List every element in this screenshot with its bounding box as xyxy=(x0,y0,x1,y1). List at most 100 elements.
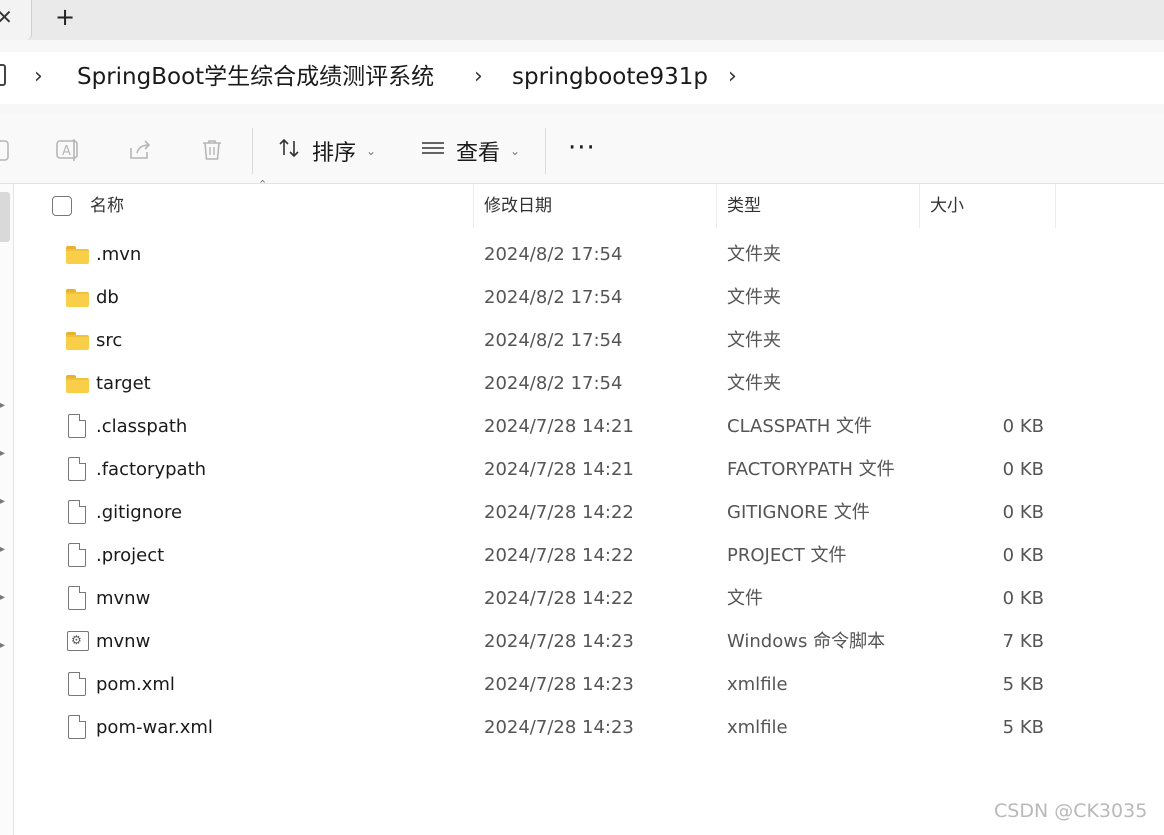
file-row[interactable]: target 2024/8/2 17:54 文件夹 xyxy=(14,362,1164,405)
file-row[interactable]: pom.xml 2024/7/28 14:23 xmlfile 5 KB xyxy=(14,663,1164,706)
toolbar-divider xyxy=(545,128,546,174)
expand-arrow-icon[interactable]: ▸ xyxy=(0,448,8,459)
breadcrumb-item-project[interactable]: SpringBoot学生综合成绩测评系统 xyxy=(77,62,434,92)
file-date: 2024/7/28 14:23 xyxy=(484,631,634,652)
file-size xyxy=(944,276,1044,319)
file-size: 0 KB xyxy=(1002,545,1044,566)
file-row[interactable]: .mvn 2024/8/2 17:54 文件夹 xyxy=(14,233,1164,276)
file-date: 2024/7/28 14:22 xyxy=(484,502,634,523)
file-icon xyxy=(66,586,90,610)
file-type: 文件 xyxy=(727,588,763,609)
computer-icon[interactable] xyxy=(0,64,6,86)
file-date: 2024/7/28 14:22 xyxy=(484,545,634,566)
close-tab-icon[interactable]: ✕ xyxy=(0,4,13,30)
breadcrumb-item-folder[interactable]: springboote931p xyxy=(512,62,708,92)
file-type: 文件夹 xyxy=(727,244,781,265)
expand-arrow-icon[interactable]: ▸ xyxy=(0,640,8,651)
column-header-type[interactable]: 类型 xyxy=(717,184,920,228)
file-type: PROJECT 文件 xyxy=(727,545,847,566)
file-name: .project xyxy=(96,545,165,566)
file-size xyxy=(944,362,1044,405)
file-name: .mvn xyxy=(96,244,142,265)
column-header-name[interactable]: 名称 xyxy=(80,184,474,228)
folder-icon xyxy=(66,330,90,352)
expand-arrow-icon[interactable]: ▸ xyxy=(0,400,8,411)
file-icon xyxy=(66,457,90,481)
file-size xyxy=(944,319,1044,362)
file-name: db xyxy=(96,287,119,308)
file-size: 5 KB xyxy=(1002,717,1044,738)
file-icon xyxy=(66,672,90,696)
view-button[interactable]: 查看 ⌄ xyxy=(420,134,520,168)
file-date: 2024/7/28 14:22 xyxy=(484,588,634,609)
file-name: .classpath xyxy=(96,416,188,437)
column-header-size[interactable]: 大小 xyxy=(920,184,1056,228)
more-options-button[interactable]: ··· xyxy=(568,135,596,161)
cmd-script-icon: ⚙ xyxy=(66,631,90,653)
file-row[interactable]: db 2024/8/2 17:54 文件夹 xyxy=(14,276,1164,319)
sort-button[interactable]: 排序 ⌄ xyxy=(276,134,376,168)
active-tab[interactable]: ✕ xyxy=(0,0,32,40)
select-all-checkbox[interactable] xyxy=(52,196,72,216)
file-date: 2024/7/28 14:21 xyxy=(484,416,634,437)
chevron-right-icon[interactable]: › xyxy=(474,62,483,92)
sort-label: 排序 xyxy=(312,141,357,166)
command-toolbar: A 排序 ⌄ 查看 ⌄ ··· xyxy=(0,114,1164,184)
file-row[interactable]: ⚙ mvnw 2024/7/28 14:23 Windows 命令脚本 7 KB xyxy=(14,620,1164,663)
file-name: .factorypath xyxy=(96,459,207,480)
file-name: pom-war.xml xyxy=(96,717,213,738)
expand-arrow-icon[interactable]: ▸ xyxy=(0,544,8,555)
file-icon xyxy=(66,414,90,438)
file-name: mvnw xyxy=(96,588,151,609)
file-row[interactable]: pom-war.xml 2024/7/28 14:23 xmlfile 5 KB xyxy=(14,706,1164,749)
file-type: FACTORYPATH 文件 xyxy=(727,459,895,480)
folder-icon xyxy=(66,287,90,309)
share-icon[interactable] xyxy=(126,136,154,164)
svg-text:A: A xyxy=(62,144,71,159)
file-date: 2024/8/2 17:54 xyxy=(484,287,623,308)
watermark: CSDN @CK3035 xyxy=(994,800,1148,822)
file-row[interactable]: src 2024/8/2 17:54 文件夹 xyxy=(14,319,1164,362)
folder-icon xyxy=(66,244,90,266)
sort-icon xyxy=(276,135,302,167)
file-row[interactable]: .project 2024/7/28 14:22 PROJECT 文件 0 KB xyxy=(14,534,1164,577)
file-name: pom.xml xyxy=(96,674,175,695)
file-name: src xyxy=(96,330,123,351)
file-type: Windows 命令脚本 xyxy=(727,631,886,652)
file-row[interactable]: .gitignore 2024/7/28 14:22 GITIGNORE 文件 0 K… xyxy=(14,491,1164,534)
view-list-icon xyxy=(420,135,446,167)
file-date: 2024/7/28 14:23 xyxy=(484,674,634,695)
chevron-down-icon: ⌄ xyxy=(366,144,377,158)
file-row[interactable]: .classpath 2024/7/28 14:21 CLASSPATH 文件 0 K… xyxy=(14,405,1164,448)
rename-icon[interactable]: A xyxy=(54,136,82,164)
file-type: GITIGNORE 文件 xyxy=(727,502,870,523)
file-date: 2024/8/2 17:54 xyxy=(484,244,623,265)
file-type: xmlfile xyxy=(727,674,788,695)
new-tab-button[interactable]: + xyxy=(52,3,78,31)
chevron-right-icon[interactable]: › xyxy=(34,62,43,92)
column-header-date[interactable]: 修改日期 xyxy=(474,184,717,228)
chevron-right-icon[interactable]: › xyxy=(728,62,737,92)
file-icon xyxy=(66,500,90,524)
paste-icon[interactable] xyxy=(0,136,16,164)
file-size: 0 KB xyxy=(1002,416,1044,437)
file-row[interactable]: .factorypath 2024/7/28 14:21 FACTORYPATH 文… xyxy=(14,448,1164,491)
file-name: target xyxy=(96,373,151,394)
nav-scrollbar-thumb[interactable] xyxy=(0,192,10,242)
file-size xyxy=(944,233,1044,276)
file-type: CLASSPATH 文件 xyxy=(727,416,873,437)
file-date: 2024/7/28 14:21 xyxy=(484,459,634,480)
navigation-pane[interactable] xyxy=(0,184,14,835)
expand-arrow-icon[interactable]: ▸ xyxy=(0,496,8,507)
file-name: .gitignore xyxy=(96,502,183,523)
file-icon xyxy=(66,715,90,739)
delete-icon[interactable] xyxy=(198,136,226,164)
file-size: 5 KB xyxy=(1002,674,1044,695)
toolbar-divider xyxy=(252,128,253,174)
file-size: 7 KB xyxy=(1002,631,1044,652)
file-row[interactable]: mvnw 2024/7/28 14:22 文件 0 KB xyxy=(14,577,1164,620)
expand-arrow-icon[interactable]: ▸ xyxy=(0,592,8,603)
file-name: mvnw xyxy=(96,631,151,652)
file-type: 文件夹 xyxy=(727,330,781,351)
file-date: 2024/8/2 17:54 xyxy=(484,330,623,351)
